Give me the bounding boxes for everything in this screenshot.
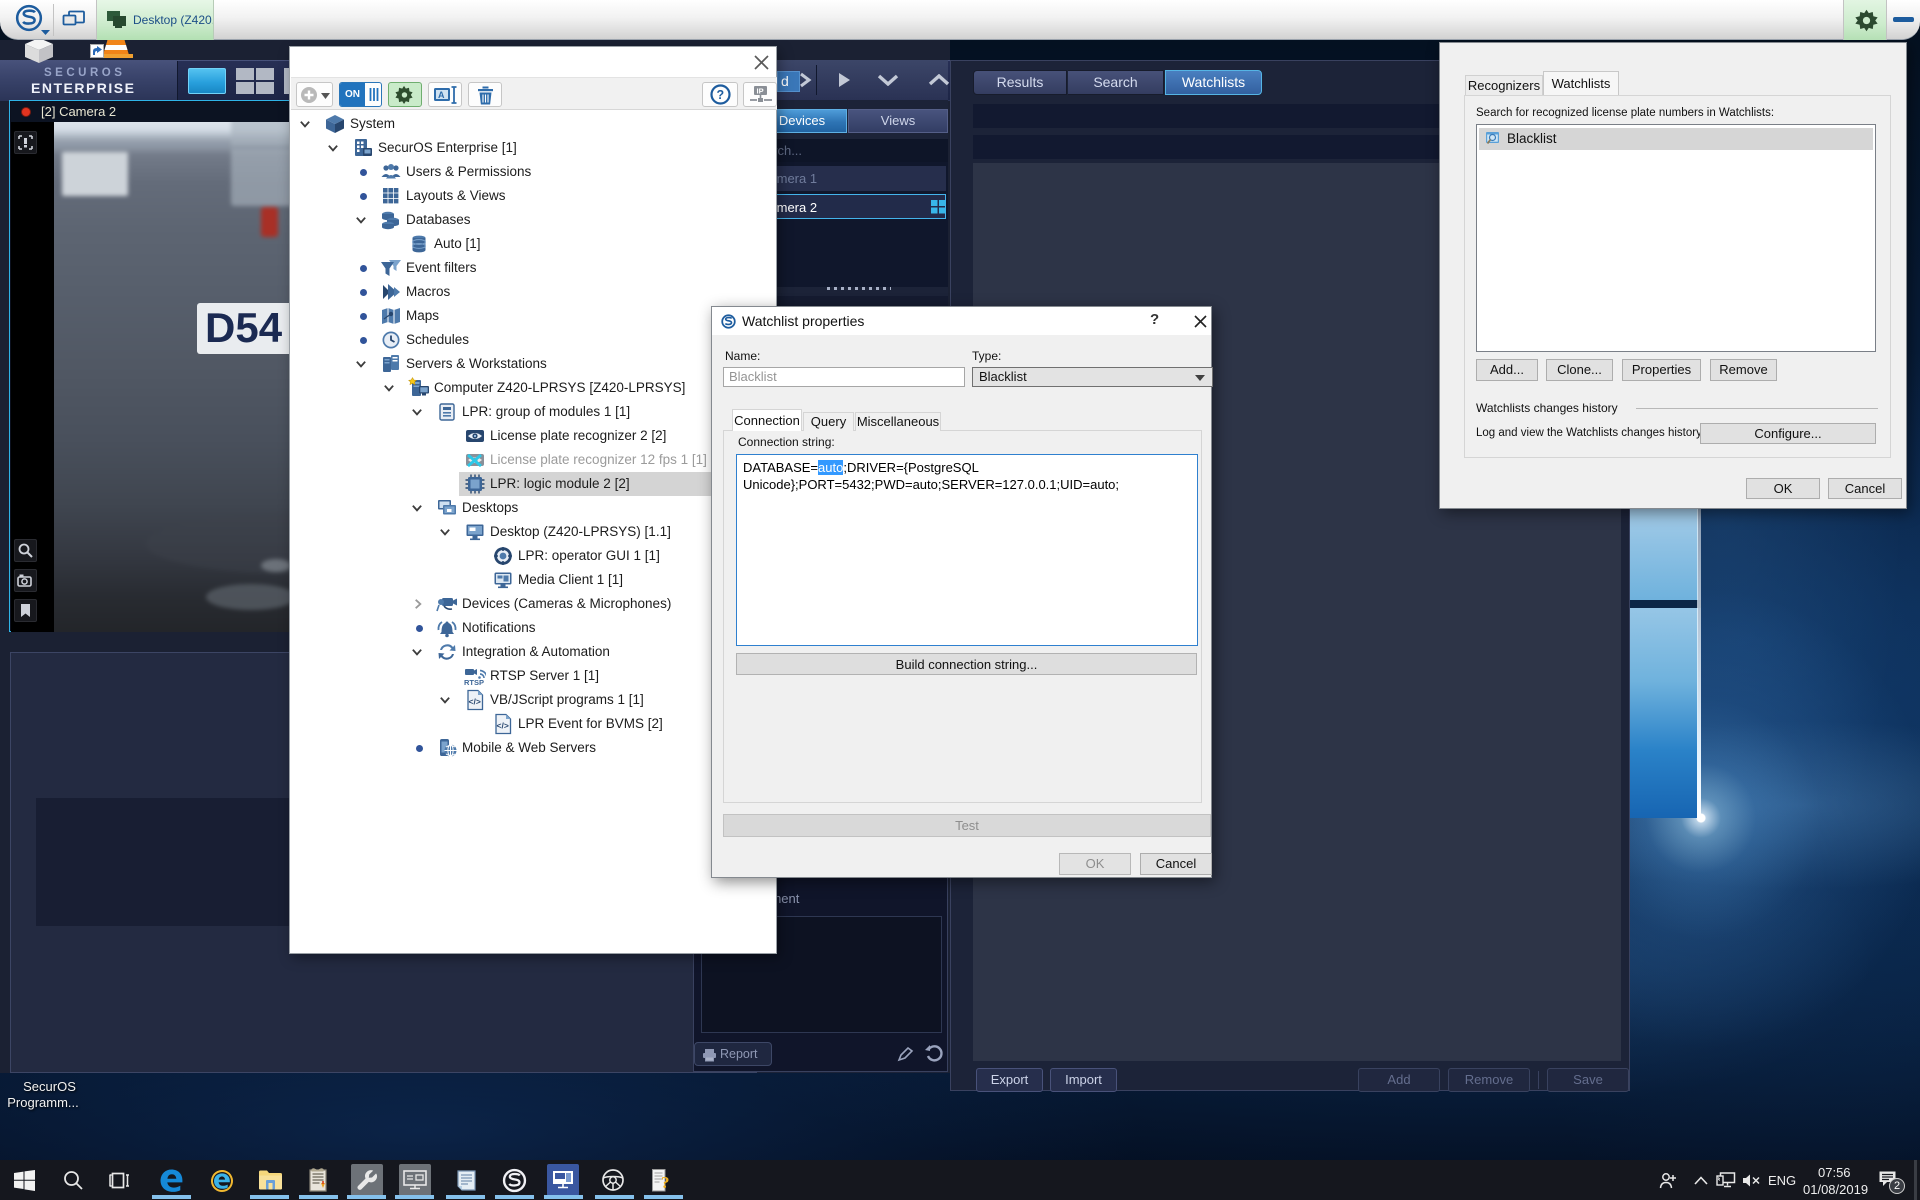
svg-text:RTSP: RTSP xyxy=(464,678,484,687)
svg-text:IP: IP xyxy=(757,87,764,96)
svg-text:?: ? xyxy=(661,1173,670,1192)
svg-text:?: ? xyxy=(717,88,725,102)
svg-text:A: A xyxy=(438,90,445,100)
svg-text:</>: </> xyxy=(497,721,509,731)
svg-text:</>: </> xyxy=(469,697,481,707)
